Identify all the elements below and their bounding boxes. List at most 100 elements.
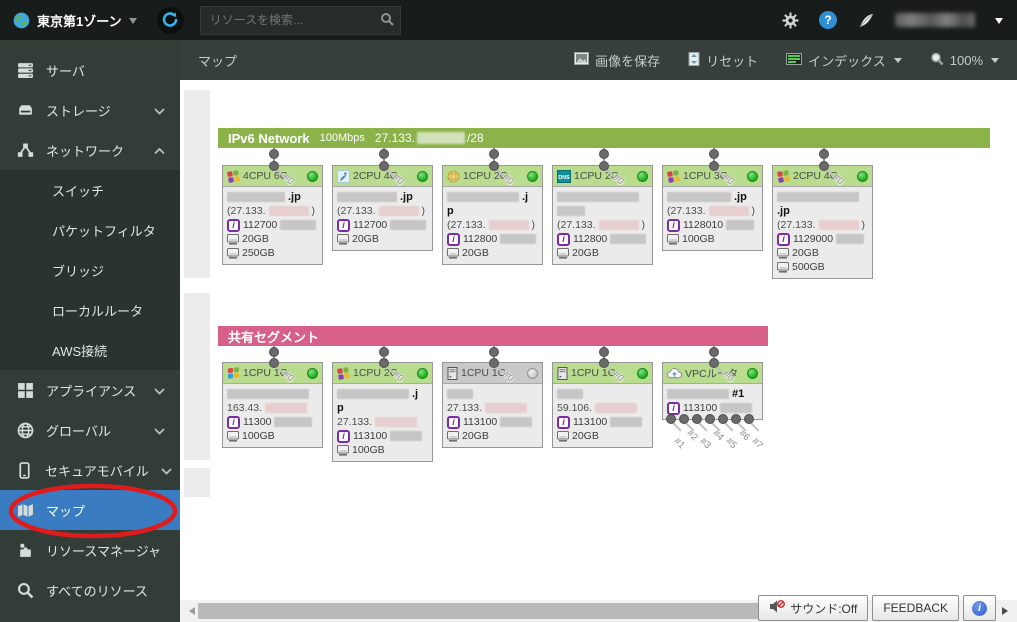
connector-pin[interactable] xyxy=(599,358,609,368)
map-node-server[interactable]: 2CPU 4G.jp(27.133.)i112900020GB500GB xyxy=(772,165,873,279)
map-node-server[interactable]: 1CPU 1G163.43.i11300100GB xyxy=(222,362,323,448)
windows-icon xyxy=(777,170,790,183)
zoom-level-button[interactable]: 100% xyxy=(930,52,999,69)
node-body: .jp(27.133.)i1128010100GB xyxy=(663,187,762,250)
scroll-left-arrow-icon[interactable] xyxy=(185,607,195,615)
connector-pin[interactable] xyxy=(489,358,499,368)
connector-pin[interactable] xyxy=(379,358,389,368)
redacted-text xyxy=(390,431,422,441)
interface-icon: i xyxy=(777,233,790,246)
connector-pin[interactable] xyxy=(819,161,829,171)
svg-text:DNS: DNS xyxy=(558,175,570,181)
sidebar-item-network[interactable]: ネットワーク xyxy=(0,130,180,170)
map-node-server[interactable]: 1CPU 3G.jp(27.133.)i1128010100GB xyxy=(662,165,763,251)
status-dot xyxy=(637,368,648,379)
connector-pin[interactable] xyxy=(692,414,702,424)
connector-pin[interactable] xyxy=(679,414,689,424)
node-body: 59.106.i11310020GB xyxy=(553,384,652,447)
connector-pin[interactable] xyxy=(379,149,389,159)
help-icon[interactable]: ? xyxy=(819,11,837,29)
scrollbar-thumb[interactable] xyxy=(198,603,765,619)
map-node-server[interactable]: 4CPU 6G.jp(27.133.)i11270020GB250GB xyxy=(222,165,323,265)
sidebar-item-all-resources[interactable]: すべてのリソース xyxy=(0,570,180,610)
sidebar-item-map[interactable]: マップ xyxy=(0,490,180,530)
disk-icon xyxy=(447,248,459,259)
node-id: i113100 xyxy=(557,415,649,429)
status-dot xyxy=(417,171,428,182)
map-node-server[interactable]: DNS1CPU 2G(27.133.)i11280020GB xyxy=(552,165,653,265)
connector-pin[interactable] xyxy=(709,347,719,357)
save-image-button[interactable]: 画像を保存 xyxy=(574,51,660,70)
feedback-button[interactable]: FEEDBACK xyxy=(872,595,959,621)
connector-pin[interactable] xyxy=(269,358,279,368)
map-node-server[interactable]: 2CPU 4G.jp(27.133.)i11270020GB xyxy=(332,165,433,251)
connector-pin[interactable] xyxy=(709,149,719,159)
map-canvas[interactable]: サウンド:Off FEEDBACK i IPv6 Network100Mbps2… xyxy=(180,80,1017,622)
connector-pin[interactable] xyxy=(599,161,609,171)
node-ip: (27.133.) xyxy=(777,218,869,232)
status-dot xyxy=(527,171,538,182)
chevron-up-icon xyxy=(154,143,165,158)
connector-pin[interactable] xyxy=(269,161,279,171)
search-input[interactable] xyxy=(200,6,401,35)
pen-icon[interactable] xyxy=(857,11,875,29)
redacted-text xyxy=(595,403,637,413)
zone-selector[interactable]: 東京第1ゾーン xyxy=(0,11,149,30)
connector-pin[interactable] xyxy=(709,358,719,368)
reset-button[interactable]: リセット xyxy=(688,51,758,70)
sidebar-item-appliance[interactable]: アプライアンス xyxy=(0,370,180,410)
redacted-text xyxy=(337,192,397,202)
zone-label: 東京第1ゾーン xyxy=(37,11,122,30)
connector-pin[interactable] xyxy=(709,161,719,171)
connector-pin[interactable] xyxy=(599,149,609,159)
map-node-server[interactable]: 1CPU 1G59.106.i11310020GB xyxy=(552,362,653,448)
sidebar-item-packet-filter[interactable]: パケットフィルタ xyxy=(0,210,180,250)
index-button[interactable]: インデックス xyxy=(786,51,902,70)
account-name-redacted[interactable] xyxy=(895,13,975,27)
gear-icon[interactable] xyxy=(781,11,799,29)
windows-icon xyxy=(667,170,680,183)
sidebar-item-aws[interactable]: AWS接続 xyxy=(0,330,180,370)
connector-pin[interactable] xyxy=(731,414,741,424)
sidebar-item-secure-mobile[interactable]: セキュアモバイル xyxy=(0,450,180,490)
info-button[interactable]: i xyxy=(963,595,996,621)
sidebar-item-label: スイッチ xyxy=(52,181,104,200)
connector-pin[interactable] xyxy=(379,161,389,171)
connector-pin[interactable] xyxy=(599,347,609,357)
connector-pin[interactable] xyxy=(744,414,754,424)
connector-pin[interactable] xyxy=(489,149,499,159)
connector-pin[interactable] xyxy=(666,414,676,424)
map-node-server[interactable]: 1CPU 1G27.133.i11310020GB xyxy=(442,362,543,448)
info-icon: i xyxy=(972,601,987,616)
segment-bar-ipv6-network[interactable]: IPv6 Network100Mbps27.133./28 xyxy=(218,128,990,148)
sound-toggle-button[interactable]: サウンド:Off xyxy=(758,595,868,621)
redacted-text xyxy=(709,206,749,216)
connector-pin[interactable] xyxy=(819,149,829,159)
refresh-button[interactable] xyxy=(157,7,184,34)
connector-pin[interactable] xyxy=(269,347,279,357)
sidebar-item-label: ネットワーク xyxy=(46,141,124,160)
sidebar-item-resource-manager[interactable]: リソースマネージャ xyxy=(0,530,180,570)
scroll-right-arrow-icon[interactable] xyxy=(1002,607,1012,615)
connector-pin[interactable] xyxy=(379,347,389,357)
sidebar-item-switch[interactable]: スイッチ xyxy=(0,170,180,210)
connector-pin[interactable] xyxy=(269,149,279,159)
connector-pin[interactable] xyxy=(489,347,499,357)
sidebar-item-local-router[interactable]: ローカルルータ xyxy=(0,290,180,330)
chevron-down-icon[interactable] xyxy=(995,18,1003,28)
map-node-server[interactable]: 1CPU 2G.jp(27.133.)i11280020GB xyxy=(442,165,543,265)
zoom-icon xyxy=(930,52,944,69)
sidebar-item-server[interactable]: サーバ xyxy=(0,50,180,90)
sidebar-item-bridge[interactable]: ブリッジ xyxy=(0,250,180,290)
sidebar-item-storage[interactable]: ストレージ xyxy=(0,90,180,130)
map-node-server[interactable]: 1CPU 2G.jp27.133.i113100100GB xyxy=(332,362,433,462)
connector-pin[interactable] xyxy=(705,414,715,424)
map-node-vpc-router[interactable]: VPCルータ#1i113100 xyxy=(662,362,763,420)
connector-pin[interactable] xyxy=(718,414,728,424)
redacted-text xyxy=(447,192,519,202)
sidebar-item-global[interactable]: グローバル xyxy=(0,410,180,450)
connector-pin[interactable] xyxy=(489,161,499,171)
node-name: p xyxy=(337,401,429,415)
map-icon xyxy=(16,501,34,519)
segment-bar-shared-segment[interactable]: 共有セグメント xyxy=(218,326,768,346)
